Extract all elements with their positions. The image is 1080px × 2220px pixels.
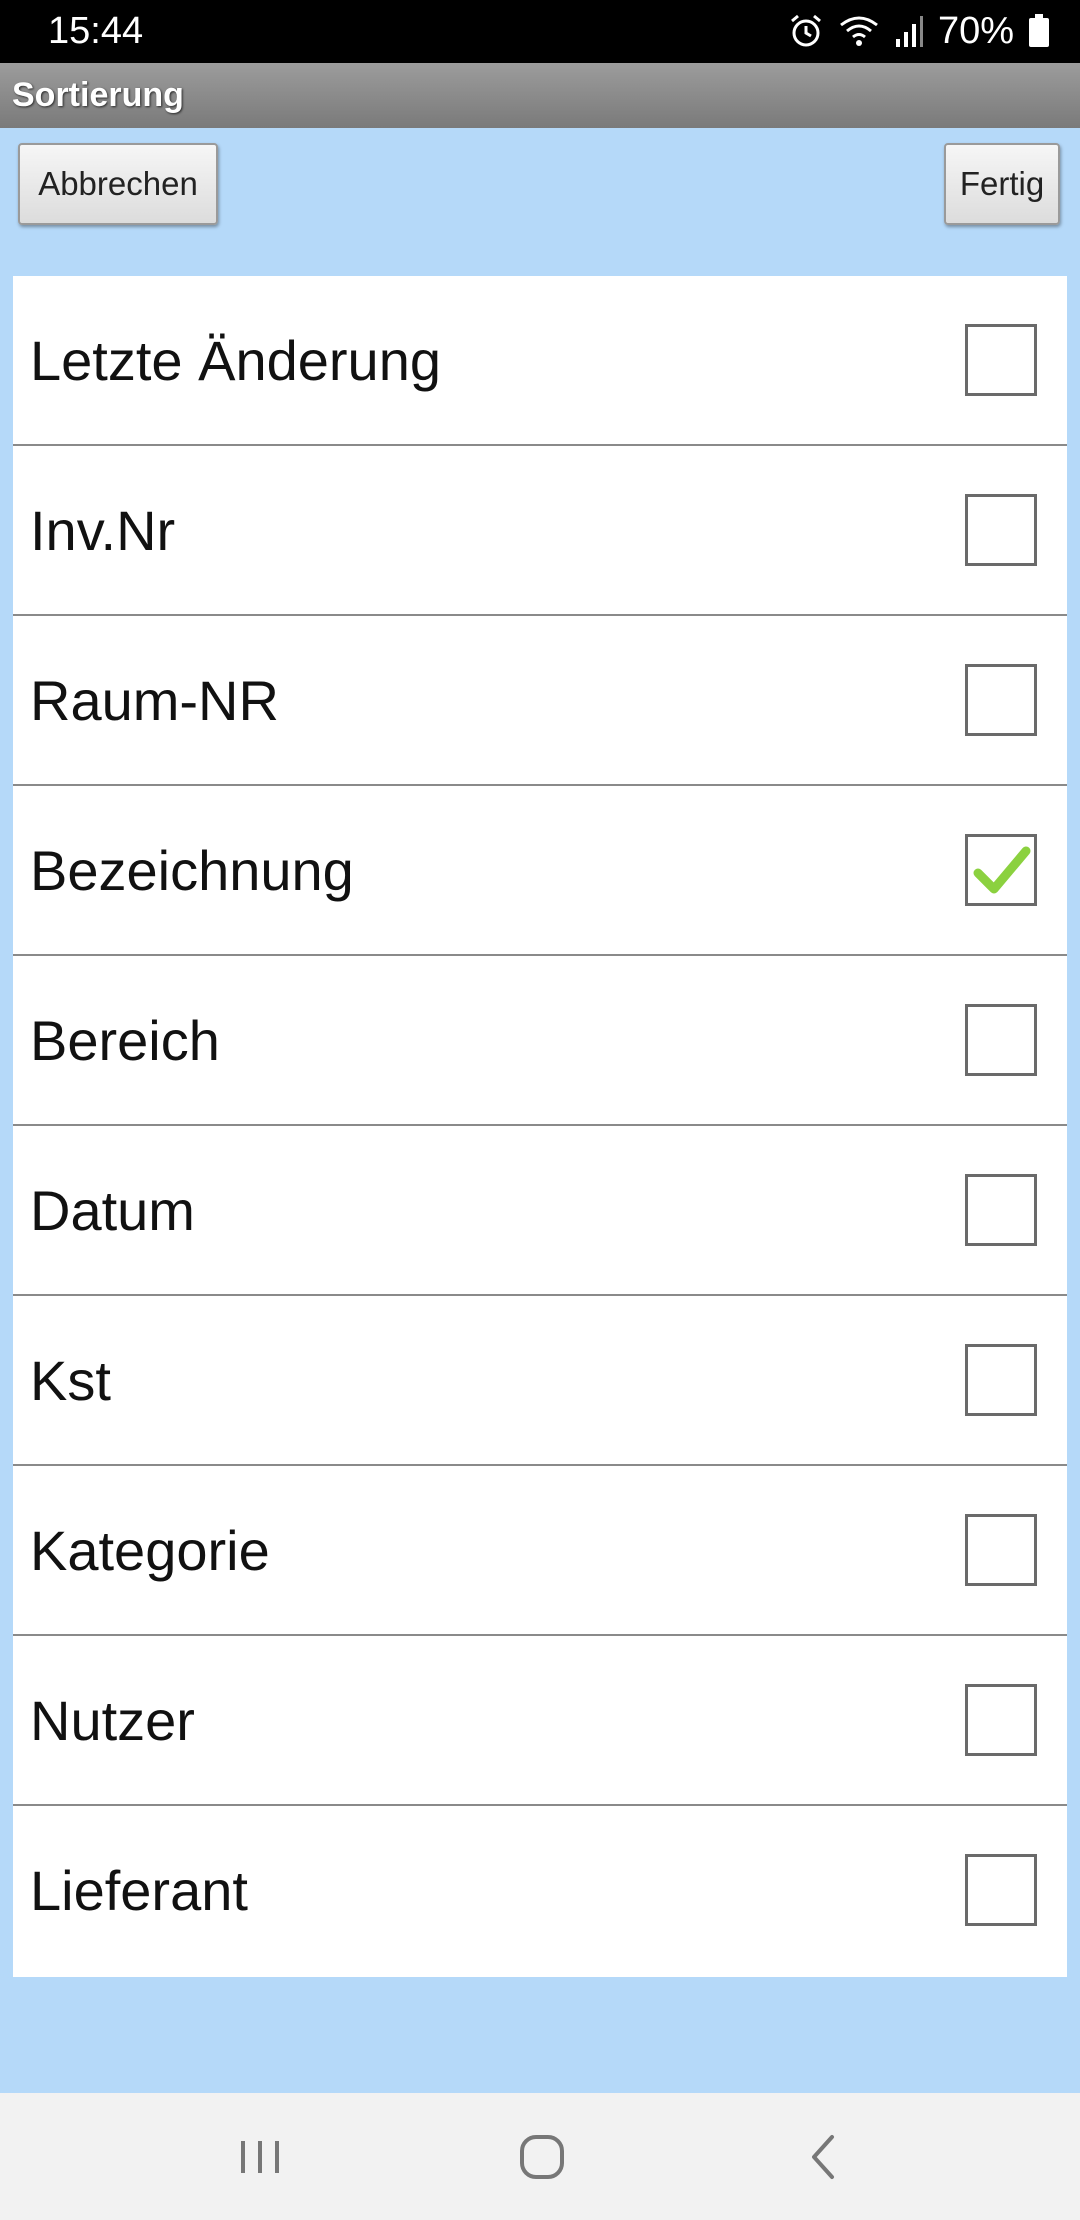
- sort-option-checkbox[interactable]: [965, 324, 1037, 396]
- sort-option-label: Inv.Nr: [30, 499, 176, 562]
- sort-option-label: Nutzer: [30, 1689, 195, 1752]
- status-bar: 15:44 70%: [0, 0, 1080, 63]
- sort-option-checkbox[interactable]: [965, 1514, 1037, 1586]
- sort-option-label: Kategorie: [30, 1519, 270, 1582]
- sort-option-row[interactable]: Nutzer: [13, 1636, 1067, 1806]
- sort-option-row[interactable]: Raum-NR: [13, 616, 1067, 786]
- title-bar: Sortierung: [0, 63, 1080, 128]
- sort-options-list: Letzte Änderung Inv.Nr Raum-NR Bezeichnu…: [13, 276, 1067, 1977]
- sort-option-checkbox[interactable]: [965, 1854, 1037, 1926]
- battery-percent: 70%: [937, 10, 1014, 52]
- sort-option-row[interactable]: Bezeichnung: [13, 786, 1067, 956]
- page-title: Sortierung: [12, 76, 184, 114]
- sort-option-row[interactable]: Letzte Änderung: [13, 276, 1067, 446]
- wifi-icon: [838, 13, 880, 49]
- sort-option-checkbox[interactable]: [965, 664, 1037, 736]
- sort-option-checkbox[interactable]: [965, 1684, 1037, 1756]
- sort-option-label: Raum-NR: [30, 669, 279, 732]
- sort-option-checkbox[interactable]: [965, 834, 1037, 906]
- signal-icon: [894, 13, 924, 49]
- sort-option-checkbox[interactable]: [965, 1174, 1037, 1246]
- sort-option-row[interactable]: Bereich: [13, 956, 1067, 1126]
- sort-option-row[interactable]: Kst: [13, 1296, 1067, 1466]
- home-icon[interactable]: [518, 2129, 566, 2190]
- sort-option-row[interactable]: Lieferant: [13, 1806, 1067, 1977]
- sort-option-label: Bereich: [30, 1009, 220, 1072]
- alarm-icon: [788, 13, 824, 49]
- sort-option-label: Kst: [30, 1349, 111, 1412]
- sort-option-row[interactable]: Inv.Nr: [13, 446, 1067, 616]
- sort-option-row[interactable]: Datum: [13, 1126, 1067, 1296]
- recent-apps-icon[interactable]: [237, 2129, 283, 2190]
- status-time: 15:44: [48, 10, 144, 52]
- sort-option-checkbox[interactable]: [965, 1004, 1037, 1076]
- check-mark-icon: [973, 846, 1031, 894]
- cancel-button[interactable]: Abbrechen: [18, 143, 218, 225]
- sort-option-label: Bezeichnung: [30, 839, 354, 902]
- sort-option-label: Datum: [30, 1179, 195, 1242]
- navigation-bar: [0, 2093, 1080, 2220]
- back-icon[interactable]: [802, 2129, 842, 2190]
- sort-option-checkbox[interactable]: [965, 1344, 1037, 1416]
- sort-option-row[interactable]: Kategorie: [13, 1466, 1067, 1636]
- battery-icon: [1028, 14, 1050, 48]
- sort-option-checkbox[interactable]: [965, 494, 1037, 566]
- status-icons: 70%: [788, 6, 1050, 56]
- sort-option-label: Lieferant: [30, 1859, 248, 1922]
- sort-option-label: Letzte Änderung: [30, 329, 441, 392]
- done-button[interactable]: Fertig: [944, 143, 1060, 225]
